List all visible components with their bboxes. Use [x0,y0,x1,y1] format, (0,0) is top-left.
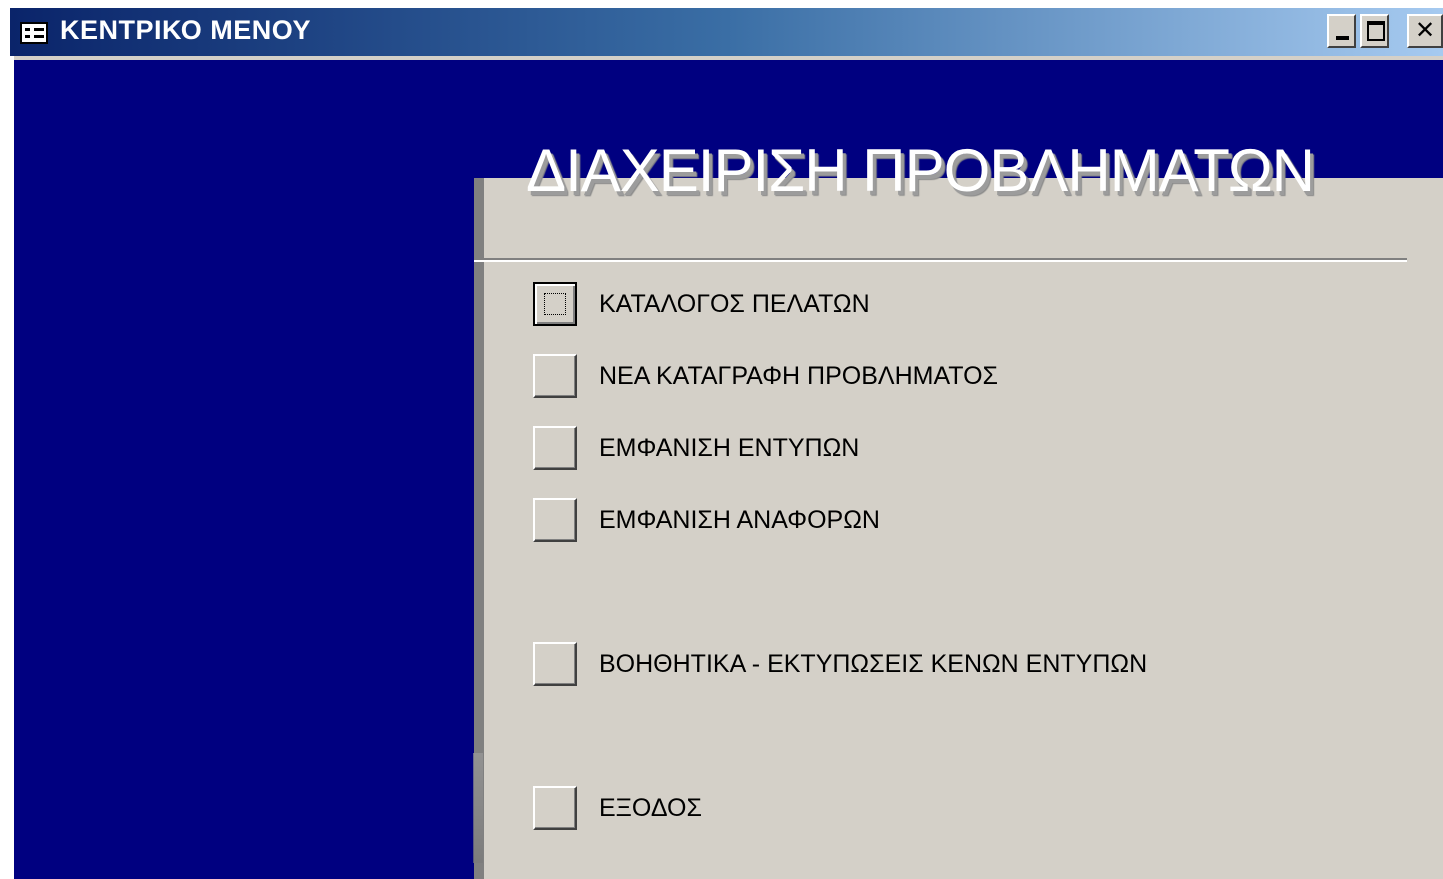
form-icon[interactable] [20,22,48,44]
menu-item-label: ΚΑΤΑΛΟΓΟΣ ΠΕΛΑΤΩΝ [599,289,870,318]
customer-list-button[interactable] [533,282,577,326]
exit-button[interactable] [533,786,577,830]
switchboard-window: ΚΕΝΤΡΙΚΟ ΜΕΝΟΥ ΔΙΑΧΕΙΡΙΣΗ ΠΡΟΒΛΗΜΑΤΩΝ ΚΑ… [10,8,1443,879]
menu-item-label: ΕΜΦΑΝΙΣΗ ΕΝΤΥΠΩΝ [599,433,860,462]
window-title: ΚΕΝΤΡΙΚΟ ΜΕΝΟΥ [60,15,312,45]
divider [474,258,1407,262]
menu-item-label: ΒΟΗΘΗΤΙΚΑ - ΕΚΤΥΠΩΣΕΙΣ ΚΕΝΩΝ ΕΝΤΥΠΩΝ [599,649,1148,678]
title-bar[interactable]: ΚΕΝΤΡΙΚΟ ΜΕΝΟΥ [10,8,1443,56]
menu-item-label: ΕΜΦΑΝΙΣΗ ΑΝΑΦΟΡΩΝ [599,505,880,534]
show-reports-button[interactable] [533,498,577,542]
minimize-button[interactable] [1327,14,1356,48]
menu-item-exit[interactable]: ΕΞΟΔΟΣ [533,786,702,830]
side-background [14,60,474,879]
menu-item-new-problem[interactable]: ΝΕΑ ΚΑΤΑΓΡΑΦΗ ΠΡΟΒΛΗΜΑΤΟΣ [533,354,998,398]
menu-item-label: ΕΞΟΔΟΣ [599,793,702,822]
new-problem-button[interactable] [533,354,577,398]
maximize-button[interactable] [1360,14,1389,48]
menu-item-customer-list[interactable]: ΚΑΤΑΛΟΓΟΣ ΠΕΛΑΤΩΝ [533,282,870,326]
menu-item-show-reports[interactable]: ΕΜΦΑΝΙΣΗ ΑΝΑΦΟΡΩΝ [533,498,880,542]
menu-item-show-forms[interactable]: ΕΜΦΑΝΙΣΗ ΕΝΤΥΠΩΝ [533,426,859,470]
close-button[interactable] [1407,14,1443,48]
decorative-strip [473,753,483,863]
show-forms-button[interactable] [533,426,577,470]
menu-item-label: ΝΕΑ ΚΑΤΑΓΡΑΦΗ ΠΡΟΒΛΗΜΑΤΟΣ [599,361,999,390]
page-title: ΔΙΑΧΕΙΡΙΣΗ ΠΡΟΒΛΗΜΑΤΩΝ [526,137,1315,204]
utilities-button[interactable] [533,642,577,686]
menu-item-utilities[interactable]: ΒΟΗΘΗΤΙΚΑ - ΕΚΤΥΠΩΣΕΙΣ ΚΕΝΩΝ ΕΝΤΥΠΩΝ [533,642,1147,686]
